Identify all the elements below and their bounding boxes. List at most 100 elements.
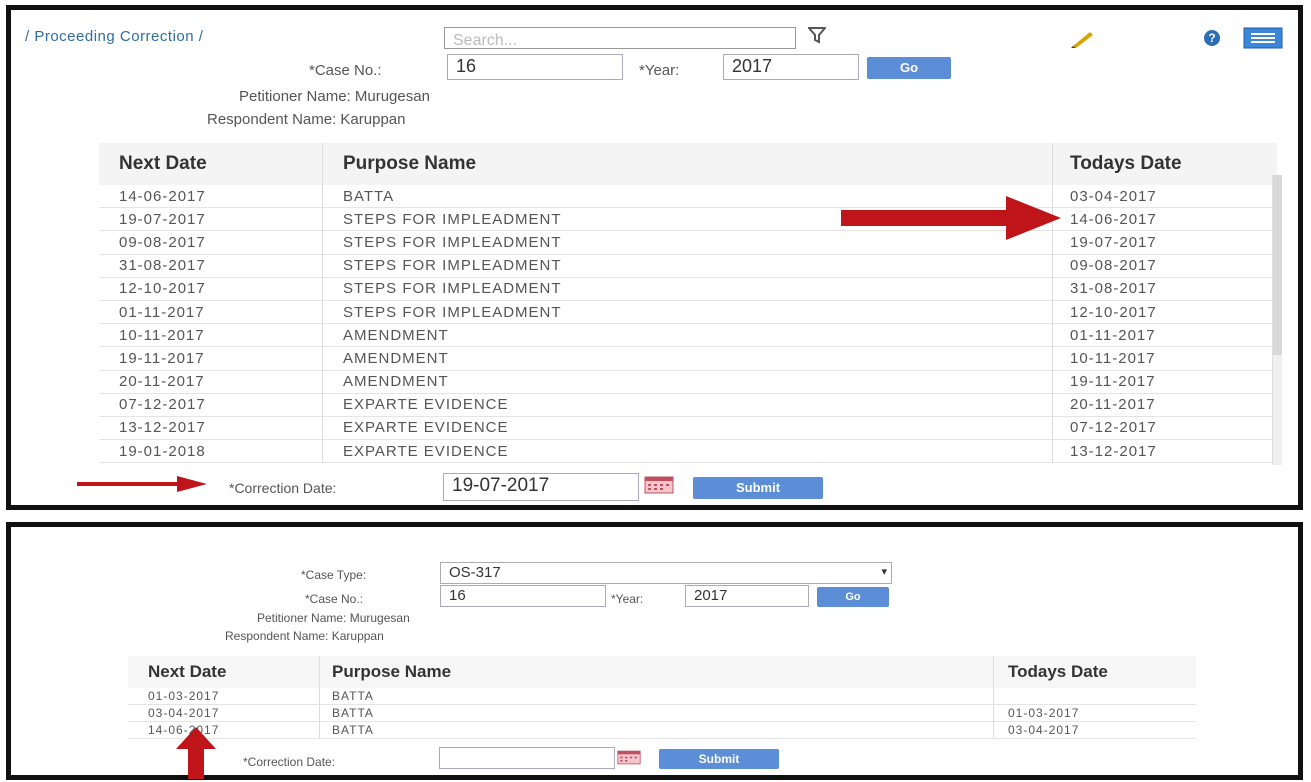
next-date-cell: 01-03-2017	[128, 688, 320, 705]
arrow-icon	[841, 196, 1061, 240]
year-label: *Year:	[639, 62, 680, 79]
calendar-icon[interactable]	[644, 476, 674, 499]
todays-date-cell: 07-12-2017	[1052, 416, 1277, 441]
table-row[interactable]: 19-11-2017 AMENDMENT 10-11-2017	[99, 346, 1277, 371]
year-value: 2017	[732, 56, 773, 76]
todays-date-cell: 01-11-2017	[1052, 323, 1277, 348]
purpose-cell: BATTA	[319, 704, 994, 722]
table-header-row: Next Date Purpose Name Todays Date	[99, 143, 1277, 185]
todays-date-cell: 19-11-2017	[1052, 370, 1277, 394]
table-row[interactable]: 13-12-2017 EXPARTE EVIDENCE 07-12-2017	[99, 416, 1277, 441]
todays-date-cell: 31-08-2017	[1052, 277, 1277, 301]
menu-icon[interactable]	[1243, 27, 1283, 54]
next-date-cell: 14-06-2017	[99, 185, 323, 209]
next-date-cell: 14-06-2017	[128, 721, 320, 739]
next-date-cell: 01-11-2017	[99, 300, 323, 325]
case-type-label: *Case Type:	[301, 568, 367, 582]
correction-date-input[interactable]	[439, 747, 615, 769]
year-input[interactable]: 2017	[723, 54, 859, 80]
next-date-cell: 19-11-2017	[99, 346, 323, 371]
table-row[interactable]: 10-11-2017 AMENDMENT 01-11-2017	[99, 323, 1277, 348]
table-row[interactable]: 20-11-2017 AMENDMENT 19-11-2017	[99, 370, 1277, 394]
purpose-cell: BATTA	[319, 688, 994, 705]
todays-date-cell: 20-11-2017	[1052, 393, 1277, 417]
table-header-row: Next Date Purpose Name Todays Date	[128, 656, 1196, 688]
case-no-value: 16	[449, 587, 466, 604]
case-type-select[interactable]: OS-317 ▾	[440, 562, 892, 584]
scrollbar-thumb[interactable]	[1273, 175, 1282, 355]
submit-button[interactable]: Submit	[659, 749, 779, 769]
case-no-label: *Case No.:	[305, 592, 364, 606]
column-header-next-date: Next Date	[128, 656, 320, 688]
table-row[interactable]: 01-03-2017 BATTA	[128, 688, 1196, 705]
purpose-cell: AMENDMENT	[322, 323, 1053, 348]
purpose-cell: AMENDMENT	[322, 346, 1053, 371]
table-row[interactable]: 19-07-2017 STEPS FOR IMPLEADMENT 14-06-201…	[99, 207, 1277, 232]
todays-date-cell: 12-10-2017	[1052, 300, 1277, 325]
todays-date-cell: 03-04-2017	[1052, 185, 1277, 209]
table-row[interactable]: 14-06-2017 BATTA 03-04-2017	[99, 185, 1277, 209]
breadcrumb[interactable]: / Proceeding Correction /	[25, 28, 203, 45]
todays-date-cell	[993, 688, 1196, 705]
column-header-next-date: Next Date	[99, 143, 323, 185]
next-date-cell: 31-08-2017	[99, 254, 323, 278]
table-row[interactable]: 09-08-2017 STEPS FOR IMPLEADMENT 19-07-201…	[99, 230, 1277, 255]
todays-date-cell: 09-08-2017	[1052, 254, 1277, 278]
table-row[interactable]: 03-04-2017 BATTA 01-03-2017	[128, 704, 1196, 722]
pencil-icon[interactable]	[1070, 28, 1096, 53]
filter-icon[interactable]	[806, 26, 828, 49]
proceedings-table: Next Date Purpose Name Todays Date 14-06…	[99, 143, 1277, 464]
case-no-input[interactable]: 16	[447, 54, 623, 80]
column-header-todays-date: Todays Date	[1052, 143, 1277, 185]
correction-date-value: 19-07-2017	[452, 475, 550, 496]
table-row[interactable]: 12-10-2017 STEPS FOR IMPLEADMENT 31-08-201…	[99, 277, 1277, 301]
help-icon[interactable]: ?	[1203, 29, 1221, 52]
todays-date-cell: 14-06-2017	[1052, 207, 1277, 232]
case-no-label: *Case No.:	[309, 62, 382, 79]
table-scrollbar[interactable]	[1272, 175, 1282, 465]
case-lookup-panel: *Case Type: OS-317 ▾ *Case No.: 16 *Year…	[6, 522, 1303, 780]
table-row[interactable]: 19-01-2018 EXPARTE EVIDENCE 13-12-2017	[99, 439, 1277, 464]
next-date-cell: 19-01-2018	[99, 439, 323, 464]
petitioner-name: Petitioner Name: Murugesan	[239, 88, 430, 105]
next-date-cell: 12-10-2017	[99, 277, 323, 301]
proceeding-correction-panel: / Proceeding Correction / Search... ? *C…	[6, 5, 1303, 510]
calendar-icon[interactable]	[617, 750, 641, 770]
svg-text:?: ?	[1208, 31, 1215, 45]
year-input[interactable]: 2017	[685, 585, 809, 607]
column-header-todays-date: Todays Date	[993, 656, 1196, 688]
next-date-cell: 10-11-2017	[99, 323, 323, 348]
petitioner-name: Petitioner Name: Murugesan	[257, 611, 410, 625]
purpose-cell: STEPS FOR IMPLEADMENT	[322, 277, 1053, 301]
go-button[interactable]: Go	[817, 587, 889, 607]
next-date-cell: 07-12-2017	[99, 393, 323, 417]
search-input[interactable]: Search...	[444, 27, 796, 49]
table-row[interactable]: 07-12-2017 EXPARTE EVIDENCE 20-11-2017	[99, 393, 1277, 417]
go-button[interactable]: Go	[867, 57, 951, 79]
purpose-cell: BATTA	[319, 721, 994, 739]
dropdown-icon: ▾	[881, 566, 887, 578]
todays-date-cell: 10-11-2017	[1052, 346, 1277, 371]
next-date-cell: 03-04-2017	[128, 704, 320, 722]
purpose-cell: EXPARTE EVIDENCE	[322, 393, 1053, 417]
purpose-cell: AMENDMENT	[322, 370, 1053, 394]
arrow-icon	[77, 476, 207, 492]
respondent-name: Respondent Name: Karuppan	[207, 111, 406, 128]
table-row[interactable]: 14-06-2017 BATTA 03-04-2017	[128, 721, 1196, 739]
year-value: 2017	[694, 587, 728, 604]
next-date-cell: 20-11-2017	[99, 370, 323, 394]
purpose-cell: EXPARTE EVIDENCE	[322, 416, 1053, 441]
purpose-cell: EXPARTE EVIDENCE	[322, 439, 1053, 464]
submit-button[interactable]: Submit	[693, 477, 823, 499]
search-placeholder: Search...	[453, 32, 518, 49]
proceedings-table: Next Date Purpose Name Todays Date 01-03…	[128, 656, 1196, 739]
case-type-value: OS-317	[449, 564, 501, 581]
next-date-cell: 19-07-2017	[99, 207, 323, 232]
purpose-cell: STEPS FOR IMPLEADMENT	[322, 254, 1053, 278]
table-row[interactable]: 31-08-2017 STEPS FOR IMPLEADMENT 09-08-201…	[99, 254, 1277, 278]
correction-date-input[interactable]: 19-07-2017	[443, 473, 639, 501]
table-row[interactable]: 01-11-2017 STEPS FOR IMPLEADMENT 12-10-201…	[99, 300, 1277, 325]
arrow-icon	[176, 727, 216, 779]
column-header-purpose: Purpose Name	[322, 143, 1053, 185]
case-no-input[interactable]: 16	[440, 585, 606, 607]
